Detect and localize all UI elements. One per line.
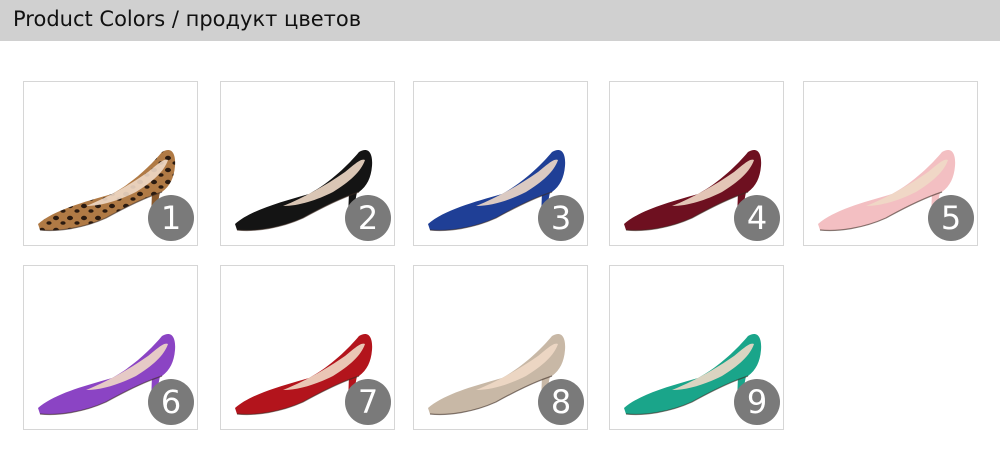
color-number-badge: 9 (734, 379, 780, 425)
page-title: Product Colors / продукт цветов (13, 7, 362, 31)
page-header: Product Colors / продукт цветов (0, 0, 1000, 41)
color-number-badge: 3 (538, 195, 584, 241)
color-number-badge: 7 (345, 379, 391, 425)
color-option-1[interactable]: 1 (23, 81, 198, 246)
color-number-badge: 2 (345, 195, 391, 241)
color-number-badge: 5 (928, 195, 974, 241)
color-number-badge: 6 (148, 379, 194, 425)
color-option-5[interactable]: 5 (803, 81, 978, 246)
color-option-4[interactable]: 4 (609, 81, 784, 246)
color-option-2[interactable]: 2 (220, 81, 395, 246)
color-option-6[interactable]: 6 (23, 265, 198, 430)
color-option-3[interactable]: 3 (413, 81, 588, 246)
color-number-badge: 1 (148, 195, 194, 241)
color-option-9[interactable]: 9 (609, 265, 784, 430)
color-number-badge: 8 (538, 379, 584, 425)
color-number-badge: 4 (734, 195, 780, 241)
color-option-8[interactable]: 8 (413, 265, 588, 430)
color-option-7[interactable]: 7 (220, 265, 395, 430)
